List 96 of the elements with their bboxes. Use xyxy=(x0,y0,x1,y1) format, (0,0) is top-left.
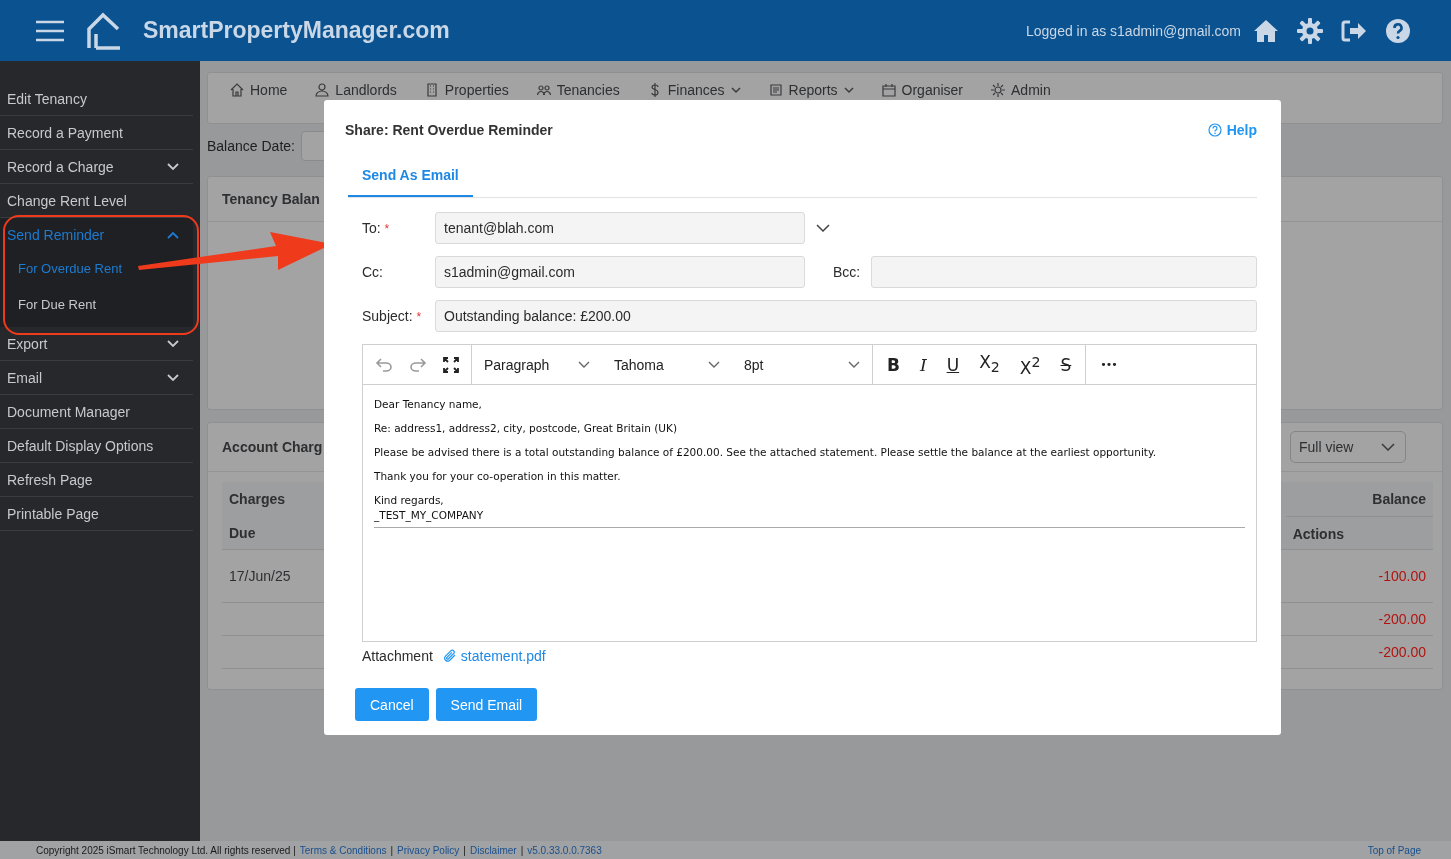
sidebar-item[interactable]: Export xyxy=(0,327,193,361)
help-icon xyxy=(1207,123,1222,137)
chevron-icon xyxy=(167,373,179,382)
chevron-down-icon[interactable] xyxy=(816,224,830,232)
brand-name: SmartPropertyManager.com xyxy=(143,17,450,44)
required-mark: * xyxy=(416,310,422,324)
sidebar-item[interactable]: Refresh Page xyxy=(0,463,193,497)
chevron-down-icon xyxy=(1381,443,1395,451)
sidebar-item[interactable]: Email xyxy=(0,361,193,395)
submenu-item[interactable]: For Overdue Rent xyxy=(0,251,193,287)
strikethrough-button[interactable]: S xyxy=(1058,354,1074,375)
chevron-icon xyxy=(167,162,179,171)
attachment-link[interactable]: statement.pdf xyxy=(442,648,546,664)
nav-link[interactable]: Finances xyxy=(647,82,741,98)
help-icon[interactable] xyxy=(1385,17,1411,44)
table-cell: 17/Jun/25 xyxy=(229,568,291,584)
house-outline-icon xyxy=(85,11,121,50)
column-header: Actions xyxy=(1285,516,1433,551)
gear-icon xyxy=(991,83,1006,97)
card-title: Account Charg xyxy=(222,439,323,455)
table-cell: -200.00 xyxy=(1378,611,1426,627)
fullscreen-icon[interactable] xyxy=(443,356,459,373)
body-text: _TEST_MY_COMPANY xyxy=(374,509,485,521)
chevron-icon xyxy=(167,339,179,348)
sidebar-item[interactable]: Record a Payment xyxy=(0,116,193,150)
person-icon xyxy=(315,83,330,97)
chevron-down-icon xyxy=(848,361,860,368)
chevron-down-icon xyxy=(578,361,590,368)
bcc-field[interactable] xyxy=(871,256,1257,288)
menu-icon[interactable] xyxy=(35,19,65,42)
attachment-label: Attachment xyxy=(362,648,433,664)
sign-out-icon[interactable] xyxy=(1341,19,1367,42)
card-title: Tenancy Balan xyxy=(222,191,320,207)
undo-icon[interactable] xyxy=(375,357,393,372)
tab[interactable]: Send As Email xyxy=(348,160,473,197)
body-text: Re: address1, address2, city, postcode, Great Britain (UK) xyxy=(374,422,678,434)
body-text: Please be advised there is a total outstanding balance of £200.00. See the attached statement. Please settle the balance at the earliest opportunity. xyxy=(374,446,1157,458)
sidebar-item[interactable]: Document Manager xyxy=(0,395,193,429)
nav-link[interactable]: Properties xyxy=(424,82,509,98)
redo-icon[interactable] xyxy=(409,357,427,372)
table-cell: -100.00 xyxy=(1378,568,1426,584)
italic-button[interactable]: I xyxy=(917,354,929,375)
superscript-button[interactable]: X$^{2}$ xyxy=(1017,351,1043,378)
required-mark: * xyxy=(384,222,390,236)
body-text: Dear Tenancy name, xyxy=(374,398,483,410)
field-label: Cc: xyxy=(362,264,383,280)
bold-button[interactable]: B xyxy=(885,354,902,375)
font-select[interactable]: Tahoma xyxy=(602,356,732,373)
nav-link[interactable]: Tenancies xyxy=(536,82,620,98)
body-text: Thank you for your co-operation in this matter. xyxy=(374,470,622,482)
submenu-item[interactable]: For Due Rent xyxy=(0,287,193,323)
building-icon xyxy=(424,83,439,97)
sidebar-item[interactable]: Edit Tenancy xyxy=(0,82,193,116)
to-field[interactable]: tenant@blah.com xyxy=(435,212,805,244)
nav-link[interactable]: Landlords xyxy=(315,82,397,98)
copyright-text: Copyright 2025 iSmart Technology Ltd. All rights reserved | xyxy=(36,844,296,856)
nav-link[interactable]: Home xyxy=(230,82,288,98)
nav-link[interactable]: Organiser xyxy=(881,82,964,98)
block-format-select[interactable]: Paragraph xyxy=(472,356,602,373)
column-header: Charges xyxy=(228,490,287,509)
more-button[interactable]: ••• xyxy=(1098,354,1119,375)
separator-text: | xyxy=(520,844,524,856)
font-size-select[interactable]: 8pt xyxy=(732,356,872,373)
field-label: Bcc: xyxy=(833,264,861,280)
calendar-icon xyxy=(881,83,896,97)
field-label: To: xyxy=(362,220,381,236)
field-label: Balance Date: xyxy=(207,138,295,154)
body-text: Kind regards, xyxy=(374,494,445,506)
home-icon[interactable] xyxy=(1253,18,1279,43)
chevron-icon xyxy=(167,230,179,239)
home-icon xyxy=(230,83,244,97)
paperclip-icon xyxy=(442,649,457,663)
logged-in-text: Logged in as s1admin@gmail.com xyxy=(1026,22,1241,39)
people-icon xyxy=(536,83,551,97)
separator-text: | xyxy=(463,844,466,856)
view-select[interactable]: Full view xyxy=(1290,431,1406,463)
sidebar-item[interactable]: Printable Page xyxy=(0,497,193,531)
sidebar-item[interactable]: Send Reminder xyxy=(0,218,193,251)
sidebar-item[interactable]: Default Display Options xyxy=(0,429,193,463)
nav-link[interactable]: Reports xyxy=(768,82,854,98)
column-header: Balance xyxy=(1371,490,1427,509)
chevron-down-icon xyxy=(708,361,720,368)
caret-icon xyxy=(730,86,741,94)
dialog-title: Share: Rent Overdue Reminder xyxy=(345,122,553,138)
subscript-button[interactable]: X$_{2}$ xyxy=(977,351,1002,378)
sidebar-item[interactable]: Record a Charge xyxy=(0,150,193,184)
subject-field[interactable]: Outstanding balance: £200.00 xyxy=(435,300,1257,332)
caret-icon xyxy=(843,86,854,94)
separator-text: | xyxy=(390,844,394,856)
document-icon xyxy=(768,83,783,97)
column-header: Due xyxy=(228,524,257,543)
underline-button[interactable]: U xyxy=(944,354,962,375)
field-label: Subject: xyxy=(362,308,413,324)
table-cell: -200.00 xyxy=(1378,644,1426,660)
nav-link[interactable]: Admin xyxy=(991,82,1051,98)
cc-field[interactable]: s1admin@gmail.com xyxy=(435,256,805,288)
